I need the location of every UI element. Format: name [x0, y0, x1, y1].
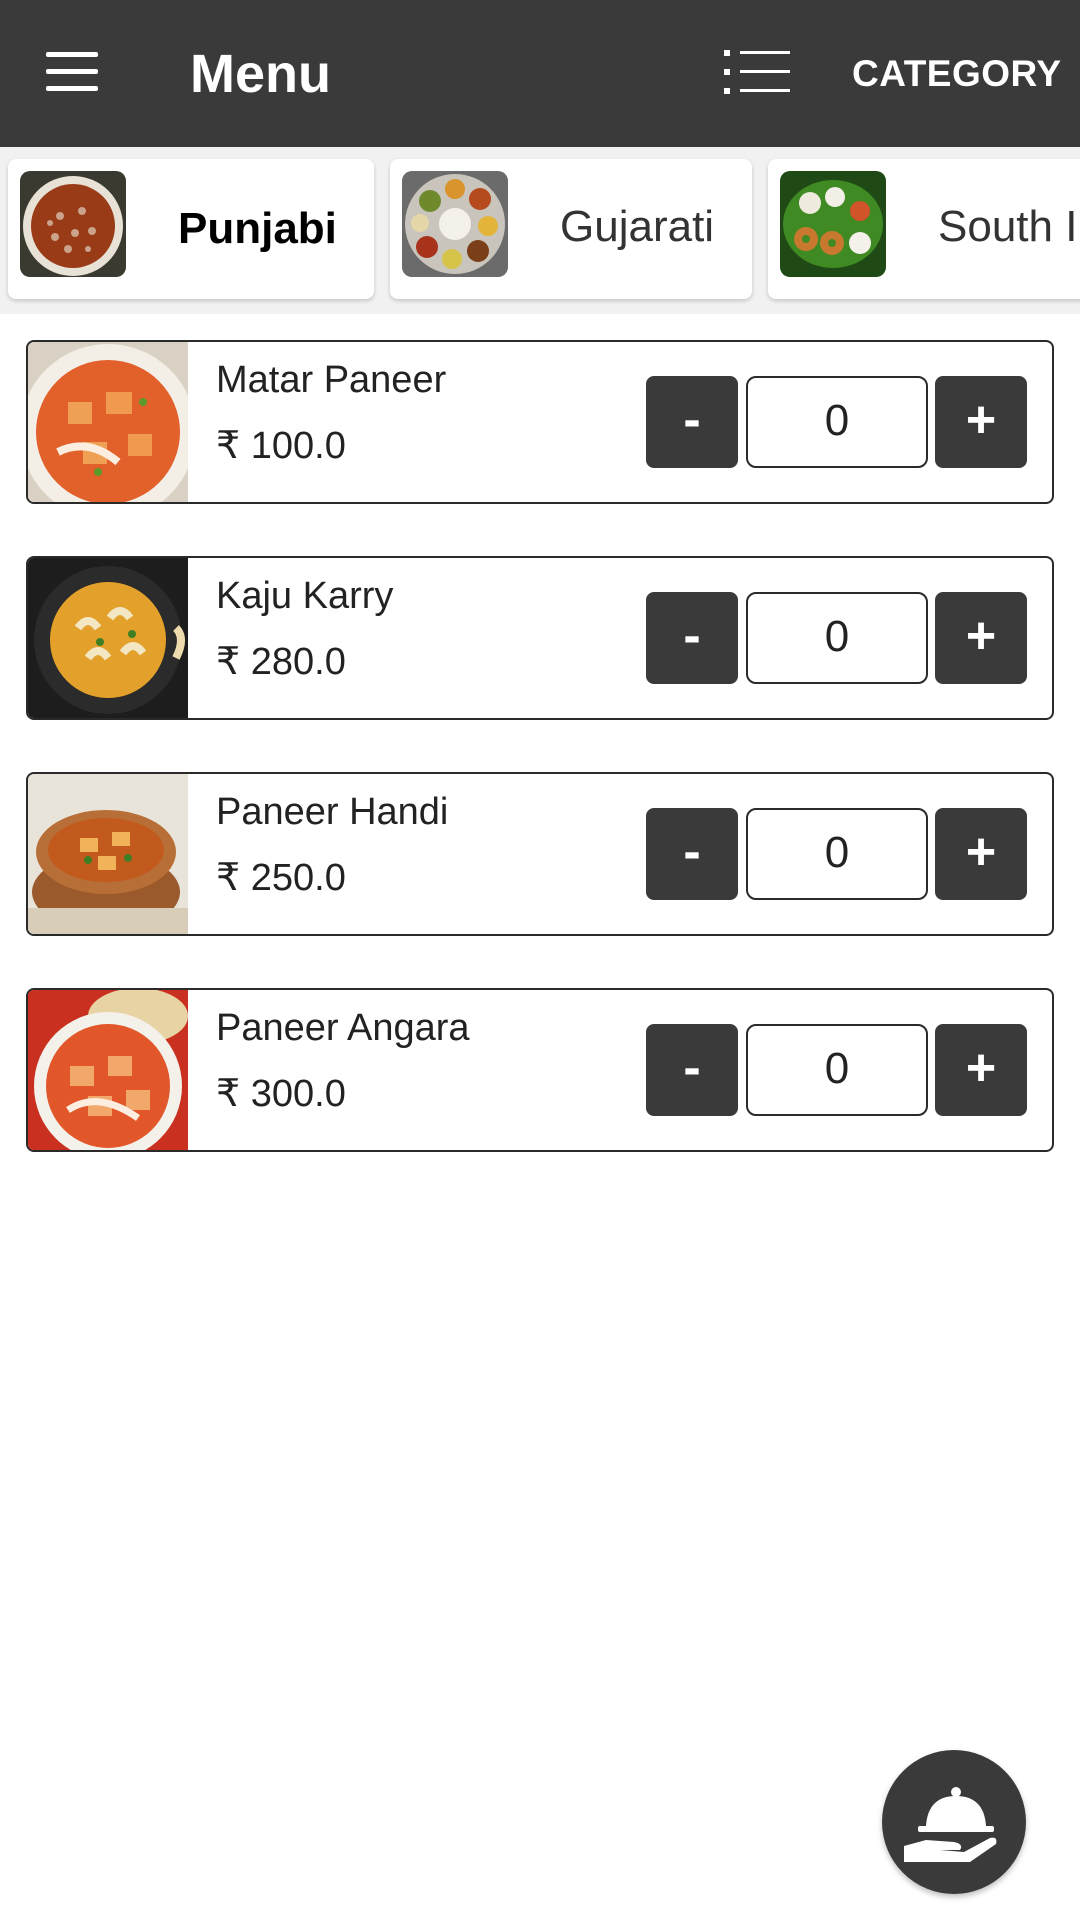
matar-paneer-image	[28, 342, 196, 502]
order-fab-button[interactable]	[882, 1750, 1026, 1894]
category-strip[interactable]: Punjabi Gujarati South I	[0, 147, 1080, 314]
decrement-button[interactable]: -	[646, 808, 738, 900]
increment-button[interactable]: +	[935, 1024, 1027, 1116]
category-tab-south-indian[interactable]: South Indian	[768, 159, 1080, 299]
category-label: Gujarati	[560, 202, 715, 251]
quantity-field[interactable]: 0	[746, 808, 928, 900]
decrement-button[interactable]: -	[646, 592, 738, 684]
menu-item-row: Matar Paneer ₹ 100.0 - 0 +	[26, 340, 1054, 504]
item-name: Paneer Angara	[216, 1007, 470, 1049]
app-bar: Menu CATEGORY	[0, 0, 1080, 147]
item-price: ₹ 280.0	[216, 641, 346, 683]
category-tab-gujarati[interactable]: Gujarati	[390, 159, 752, 299]
quantity-field[interactable]: 0	[746, 1024, 928, 1116]
serving-cloche-hand-icon	[904, 1787, 997, 1862]
item-price: ₹ 300.0	[216, 1073, 346, 1115]
item-price: ₹ 250.0	[216, 857, 346, 899]
hamburger-menu-icon[interactable]	[46, 52, 98, 92]
category-tab-punjabi[interactable]: Punjabi	[8, 159, 374, 299]
quantity-field[interactable]: 0	[746, 376, 928, 468]
item-name: Matar Paneer	[216, 359, 447, 401]
decrement-button[interactable]: -	[646, 376, 738, 468]
menu-item-row: Paneer Angara ₹ 300.0 - 0 +	[26, 988, 1054, 1152]
paneer-handi-image	[28, 774, 188, 934]
kaju-karry-image	[28, 558, 188, 718]
paneer-angara-image	[28, 990, 188, 1150]
item-price: ₹ 100.0	[216, 425, 346, 467]
item-name: Kaju Karry	[216, 575, 394, 617]
increment-button[interactable]: +	[935, 376, 1027, 468]
category-label: Punjabi	[178, 204, 337, 253]
south-indian-platter-image	[780, 171, 886, 277]
category-button[interactable]: CATEGORY	[852, 52, 1062, 96]
increment-button[interactable]: +	[935, 592, 1027, 684]
category-label: South Indian	[938, 202, 1080, 251]
menu-item-row: Paneer Handi ₹ 250.0 - 0 +	[26, 772, 1054, 936]
menu-item-row: Kaju Karry ₹ 280.0 - 0 +	[26, 556, 1054, 720]
quantity-field[interactable]: 0	[746, 592, 928, 684]
decrement-button[interactable]: -	[646, 1024, 738, 1116]
list-view-icon[interactable]	[724, 50, 790, 94]
punjabi-dish-image	[20, 171, 126, 277]
gujarati-thali-image	[402, 171, 508, 277]
page-title: Menu	[190, 44, 331, 104]
item-name: Paneer Handi	[216, 791, 449, 833]
increment-button[interactable]: +	[935, 808, 1027, 900]
